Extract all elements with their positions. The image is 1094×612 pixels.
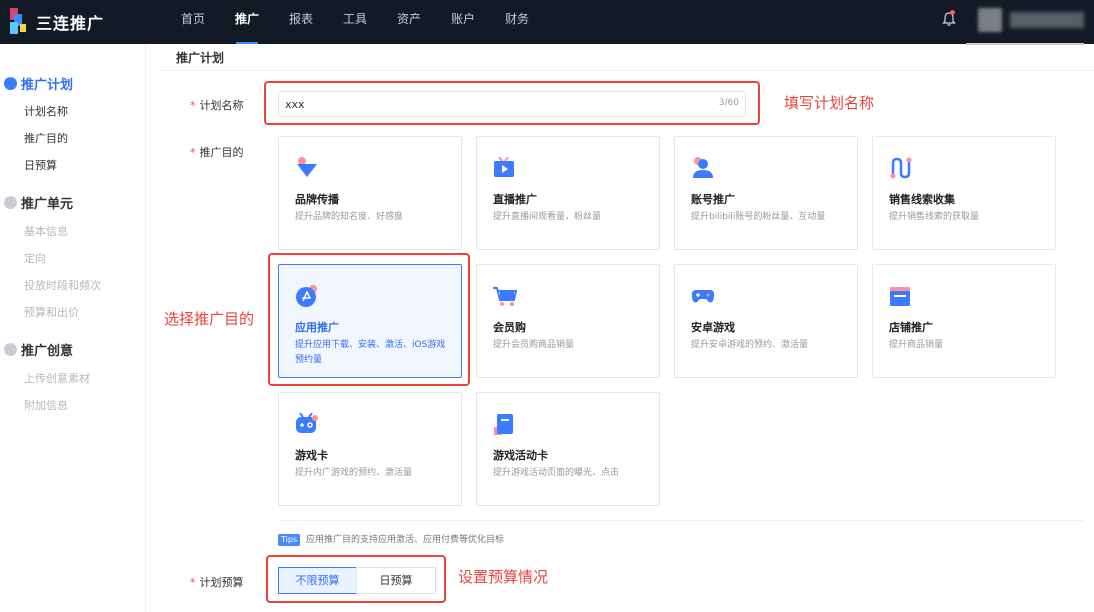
card-title: 直播推广 — [493, 193, 537, 206]
cart-icon — [493, 287, 517, 306]
sidebar-section-label: 推广计划 — [21, 78, 74, 93]
sidebar-item-targeting[interactable]: 定向 — [24, 250, 46, 266]
purpose-card-game-card[interactable]: 游戏卡 提升内广游戏的预约、激活量 — [278, 392, 462, 506]
nav-home[interactable]: 首页 — [166, 0, 220, 44]
card-title: 销售线索收集 — [889, 193, 955, 206]
ellipsis-icon — [4, 192, 17, 209]
ellipsis-icon — [4, 73, 17, 90]
ellipsis-icon — [4, 339, 17, 356]
purpose-card-shop[interactable]: 店铺推广 提升商品销量 — [872, 264, 1056, 378]
sidebar-section-creative[interactable]: 推广创意 — [4, 339, 74, 359]
sidebar-item-schedule[interactable]: 投放时段和频次 — [24, 277, 101, 293]
nav-promote[interactable]: 推广 — [220, 0, 274, 44]
card-title: 品牌传播 — [295, 193, 339, 206]
card-desc: 提升bilibili账号的粉丝量、互动量 — [691, 212, 826, 222]
route-icon — [890, 157, 912, 179]
sidebar-item-daily-budget[interactable]: 日预算 — [24, 157, 57, 173]
shop-icon — [890, 287, 910, 306]
card-title: 游戏卡 — [295, 449, 328, 462]
sidebar-section-label: 推广创意 — [21, 344, 74, 359]
logo-icon — [10, 8, 34, 34]
tv-icon — [494, 157, 514, 177]
card-desc: 提升直播间观看量，粉丝量 — [493, 212, 602, 222]
user-icon — [693, 157, 713, 178]
username-blurred[interactable] — [1010, 12, 1084, 28]
top-nav: 首页 推广 报表 工具 资产 账户 财务 — [166, 0, 544, 44]
highlight-box-purpose — [268, 253, 470, 386]
card-desc: 提升品牌的知名度、好感度 — [295, 212, 404, 222]
card-desc: 提升游戏活动页面的曝光、点击 — [493, 468, 620, 478]
purpose-card-brand[interactable]: 品牌传播 提升品牌的知名度、好感度 — [278, 136, 462, 250]
nav-assets[interactable]: 资产 — [382, 0, 436, 44]
game-card-icon — [296, 413, 318, 433]
avatar[interactable] — [978, 8, 1002, 32]
card-desc: 提升安卓游戏的预约、激活量 — [691, 340, 809, 350]
card-desc: 提升会员购商品销量 — [493, 340, 575, 350]
card-title: 游戏活动卡 — [493, 449, 548, 462]
budget-label: * 计划预算 — [190, 576, 244, 589]
purpose-label: * 推广目的 — [190, 146, 244, 159]
nav-tools[interactable]: 工具 — [328, 0, 382, 44]
card-title: 会员购 — [493, 321, 526, 334]
purpose-card-live[interactable]: 直播推广 提升直播间观看量，粉丝量 — [476, 136, 660, 250]
annotation-name: 填写计划名称 — [784, 94, 875, 112]
card-title: 账号推广 — [691, 193, 735, 206]
purpose-card-leads[interactable]: 销售线索收集 提升销售线索的获取量 — [872, 136, 1056, 250]
nav-reports[interactable]: 报表 — [274, 0, 328, 44]
top-navbar: 三连推广 首页 推广 报表 工具 资产 账户 财务 — [0, 0, 1094, 44]
highlight-box-name — [264, 81, 760, 125]
divider — [966, 43, 1084, 45]
sidebar-item-basic-info[interactable]: 基本信息 — [24, 223, 68, 239]
sidebar-item-upload-creative[interactable]: 上传创意素材 — [24, 370, 90, 386]
purpose-card-account[interactable]: 账号推广 提升bilibili账号的粉丝量、互动量 — [674, 136, 858, 250]
annotation-purpose: 选择推广目的 — [164, 310, 255, 328]
card-title: 店铺推广 — [889, 321, 933, 334]
sidebar-item-plan-name[interactable]: 计划名称 — [24, 103, 68, 119]
nav-account[interactable]: 账户 — [436, 0, 490, 44]
purpose-card-game-event[interactable]: 游戏活动卡 提升游戏活动页面的曝光、点击 — [476, 392, 660, 506]
nav-finance[interactable]: 财务 — [490, 0, 544, 44]
sidebar-item-purpose[interactable]: 推广目的 — [24, 130, 68, 146]
highlight-box-budget — [266, 555, 446, 603]
purpose-card-membership[interactable]: 会员购 提升会员购商品销量 — [476, 264, 660, 378]
sidebar-section-label: 推广单元 — [21, 197, 74, 212]
sidebar-section-unit[interactable]: 推广单元 — [4, 192, 74, 212]
card-desc: 提升商品销量 — [889, 340, 944, 350]
divider — [278, 520, 1084, 521]
sidebar-section-plan[interactable]: 推广计划 — [4, 73, 74, 93]
page-title: 推广计划 — [176, 51, 225, 65]
sidebar: 推广计划 计划名称 推广目的 日预算 推广单元 基本信息 定向 投放时段和频次 … — [0, 44, 146, 612]
sidebar-item-extra-info[interactable]: 附加信息 — [24, 397, 68, 413]
plan-name-label: * 计划名称 — [190, 99, 244, 112]
tips-badge: Tips — [278, 534, 301, 546]
card-title: 安卓游戏 — [691, 321, 735, 334]
brand-name[interactable]: 三连推广 — [36, 10, 104, 34]
card-desc: 提升内广游戏的预约、激活量 — [295, 468, 413, 478]
tips-text: 应用推广目的支持应用激活、应用付费等优化目标 — [306, 535, 505, 545]
annotation-budget: 设置预算情况 — [458, 568, 549, 586]
bookmark-icon — [494, 414, 513, 435]
sidebar-item-bidding[interactable]: 预算和出价 — [24, 304, 79, 320]
diamond-icon — [297, 157, 317, 177]
card-desc: 提升销售线索的获取量 — [889, 212, 980, 222]
notification-dot — [950, 10, 955, 15]
purpose-card-android-game[interactable]: 安卓游戏 提升安卓游戏的预约、激活量 — [674, 264, 858, 378]
gamepad-icon — [691, 290, 715, 303]
divider — [160, 70, 1094, 71]
